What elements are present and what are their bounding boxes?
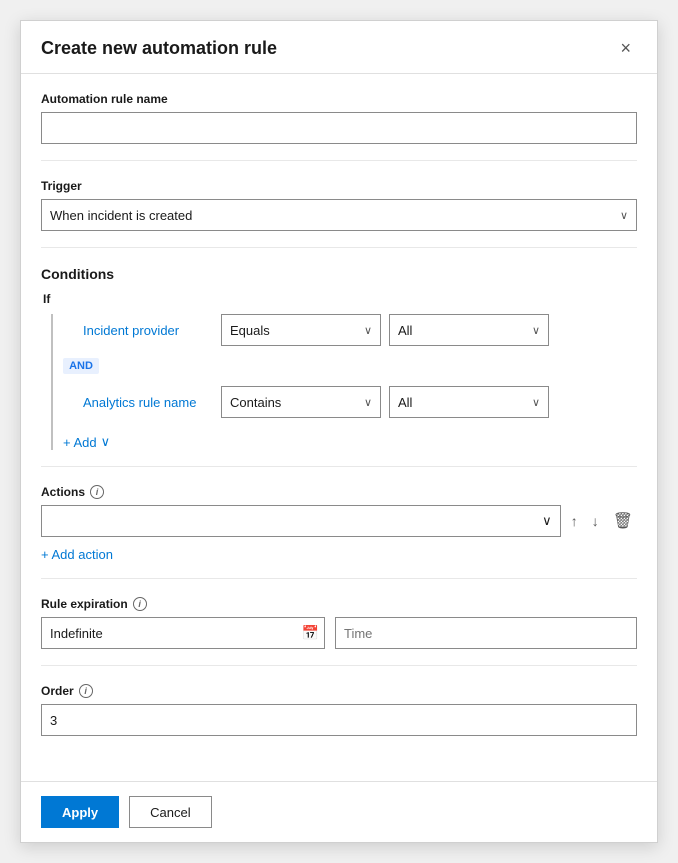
- cancel-button[interactable]: Cancel: [129, 796, 211, 828]
- automation-rule-name-label: Automation rule name: [41, 92, 637, 106]
- rule-expiration-label: Rule expiration i: [41, 597, 637, 611]
- add-action-button[interactable]: + Add action: [41, 547, 113, 562]
- condition-1-value-chevron-icon: ∨: [532, 324, 540, 337]
- trigger-selected-value: When incident is created: [50, 208, 192, 223]
- condition-2-value-dropdown[interactable]: All ∨: [389, 386, 549, 418]
- expiration-date-input[interactable]: [41, 617, 325, 649]
- condition-1-value-text: All: [398, 323, 412, 338]
- action-move-down-button[interactable]: ↓: [588, 509, 603, 533]
- action-row: ∨ ↑ ↓ 🗑: [41, 505, 637, 537]
- dialog-body: Automation rule name Trigger When incide…: [21, 74, 657, 781]
- up-arrow-icon: ↑: [571, 513, 578, 529]
- condition-row-1: Incident provider Equals ∨ All ∨: [83, 314, 637, 346]
- condition-1-operator-chevron-icon: ∨: [364, 324, 372, 337]
- create-automation-rule-dialog: Create new automation rule × Automation …: [20, 20, 658, 843]
- condition-2-dropdowns: Contains ∨ All ∨: [221, 386, 637, 418]
- order-info-icon: i: [79, 684, 93, 698]
- condition-1-operator-dropdown[interactable]: Equals ∨: [221, 314, 381, 346]
- trigger-dropdown[interactable]: When incident is created ∨: [41, 199, 637, 231]
- actions-info-icon: i: [90, 485, 104, 499]
- dialog-header: Create new automation rule ×: [21, 21, 657, 74]
- condition-1-dropdowns: Equals ∨ All ∨: [221, 314, 637, 346]
- actions-label: Actions i: [41, 485, 637, 499]
- order-label: Order i: [41, 684, 637, 698]
- trigger-dropdown-wrapper: When incident is created ∨: [41, 199, 637, 231]
- if-label: If: [43, 292, 637, 306]
- order-input[interactable]: [41, 704, 637, 736]
- add-condition-button[interactable]: + Add ∨: [63, 434, 110, 450]
- expiration-date-wrapper: 📅: [41, 617, 325, 649]
- actions-section: Actions i ∨ ↑ ↓ 🗑: [41, 467, 637, 579]
- action-dropdown-wrapper: ∨: [41, 505, 561, 537]
- action-chevron-icon: ∨: [542, 513, 552, 529]
- condition-2-value-text: All: [398, 395, 412, 410]
- apply-button[interactable]: Apply: [41, 796, 119, 828]
- condition-2-operator-dropdown[interactable]: Contains ∨: [221, 386, 381, 418]
- order-section: Order i: [41, 666, 637, 752]
- trigger-section: Trigger When incident is created ∨: [41, 161, 637, 248]
- add-action-label: + Add action: [41, 547, 113, 562]
- condition-2-operator-value: Contains: [230, 395, 281, 410]
- condition-2-operator-chevron-icon: ∨: [364, 396, 372, 409]
- automation-rule-name-section: Automation rule name: [41, 74, 637, 161]
- action-move-up-button[interactable]: ↑: [567, 509, 582, 533]
- conditions-section: Conditions If Incident provider Equals ∨…: [41, 248, 637, 467]
- action-dropdown[interactable]: ∨: [41, 505, 561, 537]
- expiration-time-input[interactable]: [335, 617, 637, 649]
- condition-2-value-chevron-icon: ∨: [532, 396, 540, 409]
- trigger-label: Trigger: [41, 179, 637, 193]
- trash-icon: 🗑: [613, 511, 633, 531]
- down-arrow-icon: ↓: [592, 513, 599, 529]
- rule-expiration-info-icon: i: [133, 597, 147, 611]
- rule-expiration-section: Rule expiration i 📅: [41, 579, 637, 666]
- dialog-footer: Apply Cancel: [21, 781, 657, 842]
- condition-1-value-dropdown[interactable]: All ∨: [389, 314, 549, 346]
- trigger-chevron-icon: ∨: [620, 209, 628, 222]
- condition-1-operator-value: Equals: [230, 323, 270, 338]
- add-condition-label: + Add: [63, 435, 97, 450]
- close-button[interactable]: ×: [614, 37, 637, 59]
- expiration-row: 📅: [41, 617, 637, 649]
- action-delete-button[interactable]: 🗑: [609, 507, 637, 535]
- condition-tree: Incident provider Equals ∨ All ∨: [51, 314, 637, 450]
- dialog-title: Create new automation rule: [41, 38, 277, 59]
- automation-rule-name-input[interactable]: [41, 112, 637, 144]
- condition-2-name: Analytics rule name: [83, 395, 213, 410]
- conditions-label: Conditions: [41, 266, 637, 282]
- condition-1-name: Incident provider: [83, 323, 213, 338]
- condition-row-2: Analytics rule name Contains ∨ All ∨: [83, 386, 637, 418]
- add-condition-chevron-icon: ∨: [101, 434, 111, 450]
- and-badge: AND: [63, 358, 99, 374]
